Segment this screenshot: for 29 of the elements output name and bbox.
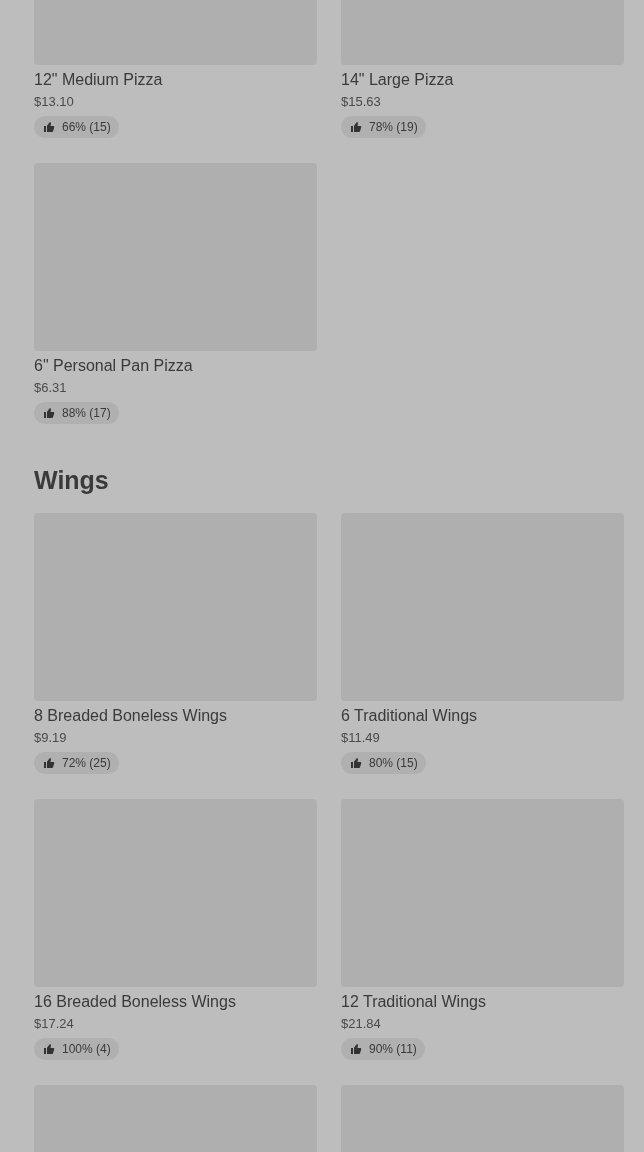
thumbs-up-icon — [350, 121, 362, 133]
item-name: 14" Large Pizza — [341, 70, 454, 90]
item-name: 12" Medium Pizza — [34, 70, 163, 90]
item-name: 6" Personal Pan Pizza — [34, 356, 193, 376]
rating-text: 88% (17) — [62, 405, 111, 422]
rating-text: 78% (19) — [369, 119, 418, 136]
item-price: $9.19 — [34, 729, 67, 747]
rating-text: 90% (11) — [369, 1041, 417, 1058]
section-heading: Wings — [34, 465, 109, 496]
item-price: $13.10 — [34, 93, 74, 111]
thumbs-up-icon — [43, 407, 55, 419]
thumbs-up-icon — [350, 757, 362, 769]
item-price: $11.49 — [341, 729, 380, 747]
thumbs-up-icon — [43, 1043, 55, 1055]
thumbs-up-icon — [350, 1043, 362, 1055]
item-price: $15.63 — [341, 93, 381, 111]
thumbs-up-icon — [43, 757, 55, 769]
item-name: 16 Breaded Boneless Wings — [34, 992, 236, 1012]
item-price: $6.31 — [34, 379, 67, 397]
thumbs-up-icon — [43, 121, 55, 133]
item-price: $17.24 — [34, 1015, 74, 1033]
item-name: 6 Traditional Wings — [341, 706, 478, 726]
rating-text: 72% (25) — [62, 755, 111, 772]
item-name: 12 Traditional Wings — [341, 992, 486, 1012]
rating-text: 66% (15) — [62, 119, 111, 136]
item-name: 8 Breaded Boneless Wings — [34, 706, 227, 726]
rating-text: 80% (15) — [369, 755, 418, 772]
rating-text: 100% (4) — [62, 1041, 111, 1058]
item-price: $21.84 — [341, 1015, 381, 1033]
